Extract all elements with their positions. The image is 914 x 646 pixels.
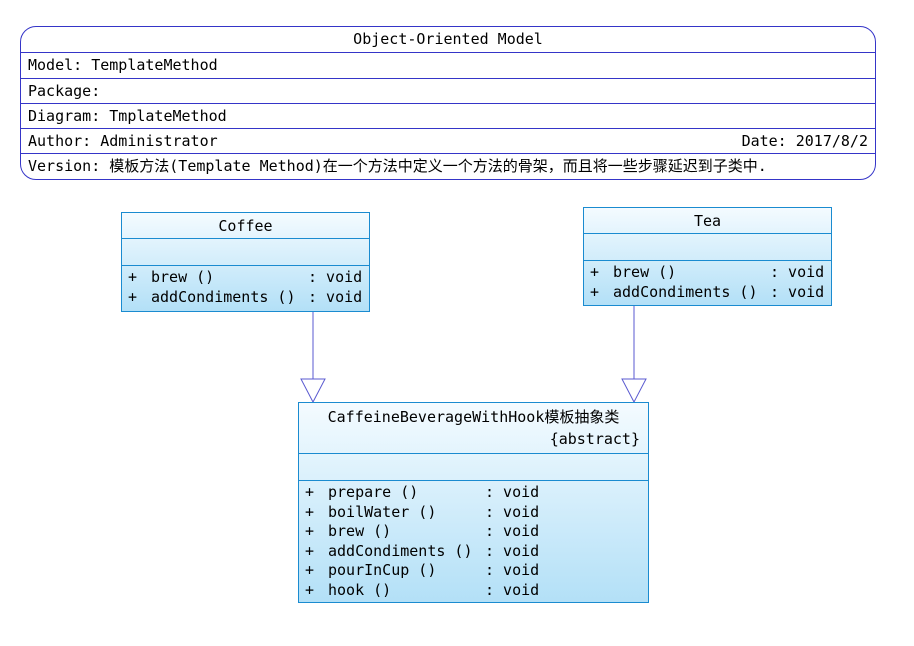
operation-row[interactable]: + addCondiments () : void xyxy=(305,542,648,562)
coffee-generalization-link[interactable] xyxy=(300,312,326,404)
generalization-arrowhead-icon xyxy=(300,378,326,404)
visibility-marker: + xyxy=(590,282,600,301)
tea-generalization-link[interactable] xyxy=(621,306,647,404)
operation-name: addCondiments () xyxy=(328,541,473,560)
operation-return-type: : void xyxy=(485,502,540,521)
class-name: CaffeineBeverageWithHook模板抽象类 xyxy=(327,408,620,426)
visibility-marker: + xyxy=(128,287,138,306)
visibility-marker: + xyxy=(305,541,315,560)
operation-return-type: : void xyxy=(770,263,825,281)
class-coffee[interactable]: Coffee + brew () : void + addCondiments ():… xyxy=(121,212,370,312)
class-caffeine-beverage-with-hook[interactable]: CaffeineBeverageWithHook模板抽象类 {abstract}… xyxy=(298,402,649,603)
operation-row[interactable]: + addCondiments () : void xyxy=(128,288,369,308)
operation-name: brew () xyxy=(328,522,392,541)
operation-row[interactable]: + hook () : void xyxy=(305,581,648,601)
operation-row[interactable]: + brew () : void xyxy=(128,268,369,288)
operation-row[interactable]: + boilWater () : void xyxy=(305,503,648,523)
operation-return-type: : void xyxy=(485,483,540,501)
operations-compartment: + prepare () : void + boilWater () : void + b… xyxy=(299,481,648,601)
operation-return-type: : void xyxy=(308,268,363,286)
operation-row[interactable]: + brew () : void xyxy=(305,522,648,542)
class-name-compartment: CaffeineBeverageWithHook模板抽象类 {abstract} xyxy=(299,403,648,454)
class-name: Coffee xyxy=(122,213,369,239)
operation-name: pourInCup () xyxy=(328,561,437,580)
generalization-arrowhead-icon xyxy=(621,378,647,404)
visibility-marker: + xyxy=(305,580,315,599)
operation-name: brew () xyxy=(613,263,677,281)
operation-row[interactable]: + addCondiments () : void xyxy=(590,283,831,303)
visibility-marker: + xyxy=(128,268,138,286)
operation-return-type: : void xyxy=(770,282,825,301)
operation-name: prepare () xyxy=(328,483,419,501)
operations-compartment: + brew () : void + addCondiments () : void xyxy=(584,261,831,302)
operation-return-type: : void xyxy=(308,287,363,306)
operation-row[interactable]: + brew () : void xyxy=(590,263,831,283)
operations-compartment: + brew () : void + addCondiments () : void xyxy=(122,266,369,307)
class-tea[interactable]: Tea + brew () : void + addCondiments () : vo… xyxy=(583,207,832,306)
abstract-stereotype: {abstract} xyxy=(549,430,640,448)
visibility-marker: + xyxy=(305,502,315,521)
class-name: Tea xyxy=(584,208,831,234)
visibility-marker: + xyxy=(305,561,315,580)
operation-name: hook () xyxy=(328,580,392,599)
operation-name: addCondiments () xyxy=(151,287,296,306)
visibility-marker: + xyxy=(590,263,600,281)
operation-return-type: : void xyxy=(485,561,540,580)
operation-return-type: : void xyxy=(485,522,540,541)
attributes-compartment xyxy=(122,239,369,266)
operation-name: boilWater () xyxy=(328,502,437,521)
operation-name: addCondiments () xyxy=(613,282,758,301)
operation-row[interactable]: + pourInCup () : void xyxy=(305,561,648,581)
visibility-marker: + xyxy=(305,483,315,501)
operation-row[interactable]: + prepare () : void xyxy=(305,483,648,503)
visibility-marker: + xyxy=(305,522,315,541)
attributes-compartment xyxy=(299,454,648,481)
attributes-compartment xyxy=(584,234,831,261)
operation-name: brew () xyxy=(151,268,215,286)
operation-return-type: : void xyxy=(485,580,540,599)
operation-return-type: : void xyxy=(485,541,540,560)
